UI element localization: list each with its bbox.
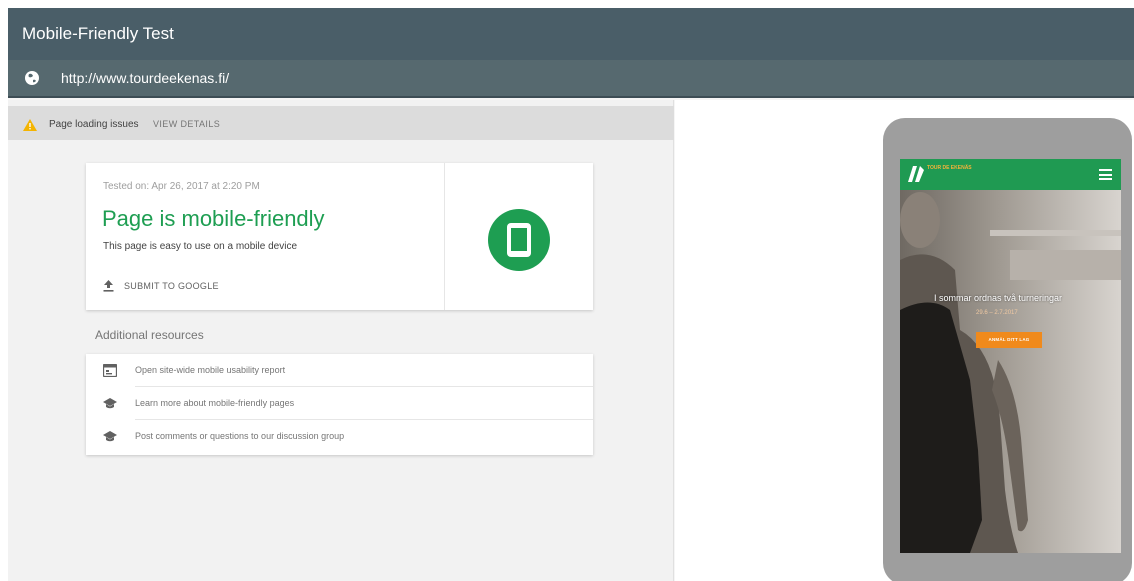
- tested-on-timestamp: Tested on: Apr 26, 2017 at 2:20 PM: [103, 181, 260, 192]
- view-details-link[interactable]: VIEW DETAILS: [153, 119, 220, 129]
- warning-icon: [23, 119, 37, 131]
- site-logo-icon: [908, 166, 924, 182]
- page-loading-issues-label: Page loading issues: [49, 119, 139, 130]
- hero-photo: [900, 190, 1121, 553]
- site-header: TOUR DE EKENÄS: [900, 159, 1121, 190]
- app-title: Mobile-Friendly Test: [22, 24, 174, 43]
- phone-frame: TOUR DE EKENÄS I sommar ordnas två turne…: [883, 118, 1132, 581]
- page-screenshot-preview[interactable]: TOUR DE EKENÄS I sommar ordnas två turne…: [900, 159, 1121, 553]
- mobile-friendly-test-app: Mobile-Friendly Test http://www.tourdeek…: [8, 8, 1134, 581]
- result-title: Page is mobile-friendly: [102, 206, 325, 231]
- mobile-friendly-badge: [488, 209, 550, 271]
- results-pane: Page loading issues VIEW DETAILS Tested …: [8, 100, 674, 581]
- additional-resources-heading: Additional resources: [95, 328, 204, 342]
- hamburger-menu-icon[interactable]: [1099, 169, 1112, 180]
- hero-date: 29.6 – 2.7.2017: [976, 310, 1018, 316]
- report-icon: [103, 364, 117, 377]
- list-item-label: Open site-wide mobile usability report: [135, 365, 286, 375]
- additional-resources-list: Open site-wide mobile usability report L…: [86, 354, 593, 455]
- app-header: Mobile-Friendly Test: [8, 8, 1134, 60]
- page-loading-issues-bar: Page loading issues VIEW DETAILS: [8, 106, 674, 140]
- mobile-preview-pane: TOUR DE EKENÄS I sommar ordnas två turne…: [675, 100, 1134, 581]
- school-icon: [103, 431, 117, 442]
- upload-icon: [103, 280, 114, 292]
- list-item-usability-report[interactable]: Open site-wide mobile usability report: [86, 354, 593, 387]
- list-item-discussion-group[interactable]: Post comments or questions to our discus…: [86, 420, 593, 453]
- globe-icon: [25, 71, 39, 85]
- list-item-label: Post comments or questions to our discus…: [135, 431, 345, 441]
- list-item-label: Learn more about mobile-friendly pages: [135, 398, 295, 408]
- register-team-button[interactable]: ANMÄL DITT LAG: [976, 332, 1042, 348]
- smartphone-icon: [507, 223, 531, 257]
- result-card: Tested on: Apr 26, 2017 at 2:20 PM Page …: [86, 163, 593, 310]
- tested-url[interactable]: http://www.tourdeekenas.fi/: [61, 70, 229, 86]
- list-item-learn-more[interactable]: Learn more about mobile-friendly pages: [86, 387, 593, 420]
- site-logo-text: TOUR DE EKENÄS: [927, 165, 972, 171]
- submit-to-google-label: SUBMIT TO GOOGLE: [124, 281, 219, 291]
- url-bar: http://www.tourdeekenas.fi/: [8, 60, 1134, 98]
- school-icon: [103, 398, 117, 409]
- result-subtitle: This page is easy to use on a mobile dev…: [103, 241, 297, 252]
- card-divider: [444, 163, 445, 310]
- hero-headline: I sommar ordnas två turneringar: [934, 293, 1063, 303]
